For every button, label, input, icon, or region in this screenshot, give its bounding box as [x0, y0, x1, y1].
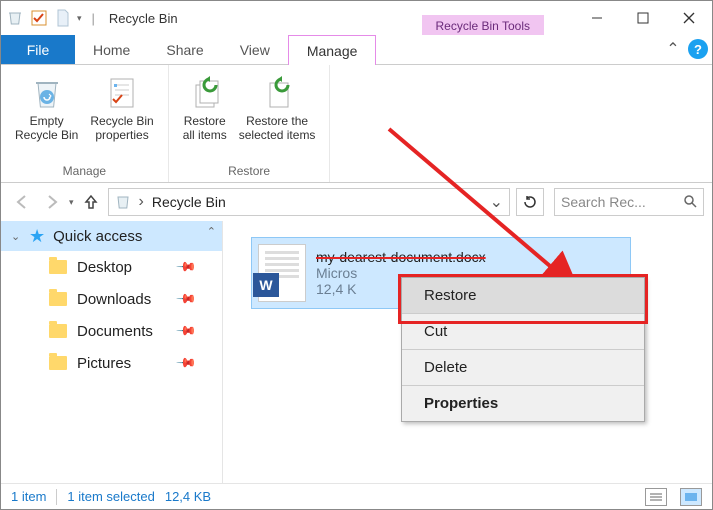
word-document-icon: W — [258, 244, 306, 302]
close-button[interactable] — [666, 3, 712, 33]
group-label-restore: Restore — [228, 162, 270, 182]
restore-all-button[interactable]: Restore all items — [177, 69, 233, 162]
expand-icon[interactable]: ⌄ — [11, 230, 20, 243]
address-bar[interactable]: › Recycle Bin ⌄ — [108, 188, 510, 216]
contextual-tools-label: Recycle Bin Tools — [422, 15, 545, 35]
divider — [56, 489, 57, 505]
folder-icon — [49, 292, 67, 306]
label-line1: Restore — [184, 115, 226, 129]
tab-share[interactable]: Share — [148, 35, 221, 64]
tab-home[interactable]: Home — [75, 35, 148, 64]
help-button[interactable]: ? — [688, 39, 708, 59]
maximize-button[interactable] — [620, 3, 666, 33]
address-location[interactable]: Recycle Bin — [152, 194, 226, 210]
minimize-button[interactable] — [574, 3, 620, 33]
sidebar-item-label: Documents — [77, 323, 153, 340]
word-badge: W — [253, 273, 279, 297]
up-button[interactable] — [78, 189, 104, 215]
label-line1: Restore the — [246, 115, 308, 129]
status-bar: 1 item 1 item selected 12,4 KB — [1, 483, 712, 509]
restore-all-icon — [188, 73, 222, 113]
chevron-right-icon[interactable]: › — [139, 193, 144, 211]
window-title: Recycle Bin — [109, 11, 178, 26]
back-button[interactable] — [9, 189, 35, 215]
context-menu-properties[interactable]: Properties — [402, 386, 644, 421]
sidebar-item-label: Pictures — [77, 355, 131, 372]
recycle-bin-properties-button[interactable]: Recycle Bin properties — [84, 69, 159, 162]
history-dropdown-icon[interactable]: ▾ — [69, 197, 74, 208]
forward-button[interactable] — [39, 189, 65, 215]
navigation-bar: ▾ › Recycle Bin ⌄ Search Rec... — [1, 183, 712, 221]
tab-manage[interactable]: Manage — [288, 35, 377, 65]
sidebar-item-label: Desktop — [77, 259, 132, 276]
context-menu-delete[interactable]: Delete — [402, 350, 644, 386]
folder-icon — [49, 356, 67, 370]
ribbon-group-restore: Restore all items Restore the selected i… — [169, 65, 331, 182]
quick-access-label: Quick access — [53, 228, 142, 245]
title-bar: ▾ | Recycle Bin Recycle Bin Tools — [1, 1, 712, 35]
status-item-count: 1 item — [11, 489, 46, 504]
pin-icon: 📌 — [175, 320, 198, 343]
sidebar-item-documents[interactable]: Documents 📌 — [1, 315, 222, 347]
properties-icon — [105, 73, 139, 113]
collapse-ribbon-icon[interactable]: ⌃ — [664, 40, 682, 58]
sidebar-item-downloads[interactable]: Downloads 📌 — [1, 283, 222, 315]
sidebar-item-desktop[interactable]: Desktop 📌 — [1, 251, 222, 283]
ribbon-group-manage: Empty Recycle Bin Recycle Bin properties… — [1, 65, 169, 182]
context-menu-cut[interactable]: Cut — [402, 314, 644, 350]
quick-access-toolbar: ▾ — [1, 8, 86, 28]
status-size: 12,4 KB — [165, 489, 211, 504]
empty-bin-icon — [30, 73, 64, 113]
document-icon[interactable] — [53, 8, 73, 28]
empty-recycle-bin-button[interactable]: Empty Recycle Bin — [9, 69, 84, 162]
refresh-button[interactable] — [516, 188, 544, 216]
tab-view[interactable]: View — [222, 35, 288, 64]
separator: | — [92, 11, 95, 26]
tab-file[interactable]: File — [1, 35, 75, 64]
context-menu: Restore Cut Delete Properties — [401, 277, 645, 422]
ribbon-tabs: File Home Share View Manage ⌃ ? — [1, 35, 712, 65]
address-dropdown-icon[interactable]: ⌄ — [490, 192, 503, 212]
recycle-bin-icon — [5, 8, 25, 28]
pin-icon: 📌 — [175, 288, 198, 311]
sidebar-item-label: Downloads — [77, 291, 151, 308]
details-view-button[interactable] — [645, 488, 667, 506]
explorer-window: ▾ | Recycle Bin Recycle Bin Tools File H… — [0, 0, 713, 510]
folder-icon — [49, 260, 67, 274]
group-label-manage: Manage — [63, 162, 106, 182]
sidebar-item-pictures[interactable]: Pictures 📌 — [1, 347, 222, 379]
pin-icon: 📌 — [175, 352, 198, 375]
context-menu-restore[interactable]: Restore — [402, 278, 644, 314]
status-selected-count: 1 item selected — [67, 489, 154, 504]
label-line2: Recycle Bin — [15, 129, 78, 143]
label-line2: selected items — [239, 129, 316, 143]
folder-icon — [49, 324, 67, 338]
restore-selected-button[interactable]: Restore the selected items — [233, 69, 322, 162]
file-name: my-dearest-document.docx — [316, 249, 486, 265]
qat-dropdown-icon[interactable]: ▾ — [77, 13, 82, 24]
large-icons-view-button[interactable] — [680, 488, 702, 506]
checkmark-icon[interactable] — [29, 8, 49, 28]
restore-selected-icon — [260, 73, 294, 113]
pin-icon: 📌 — [175, 256, 198, 279]
label-line2: properties — [95, 129, 148, 143]
ribbon: Empty Recycle Bin Recycle Bin properties… — [1, 65, 712, 183]
sidebar-quick-access[interactable]: ⌄ ★ Quick access — [1, 221, 222, 251]
search-box[interactable]: Search Rec... — [554, 188, 704, 216]
star-icon: ★ — [29, 226, 45, 247]
label-line1: Recycle Bin — [90, 115, 153, 129]
search-placeholder: Search Rec... — [561, 194, 646, 210]
scroll-up-icon[interactable]: ⌃ — [207, 225, 216, 238]
label-line1: Empty — [30, 115, 64, 129]
navigation-pane: ⌃ ⌄ ★ Quick access Desktop 📌 Downloads 📌… — [1, 221, 223, 483]
label-line2: all items — [183, 129, 227, 143]
search-icon — [683, 194, 697, 211]
location-icon — [115, 194, 131, 210]
